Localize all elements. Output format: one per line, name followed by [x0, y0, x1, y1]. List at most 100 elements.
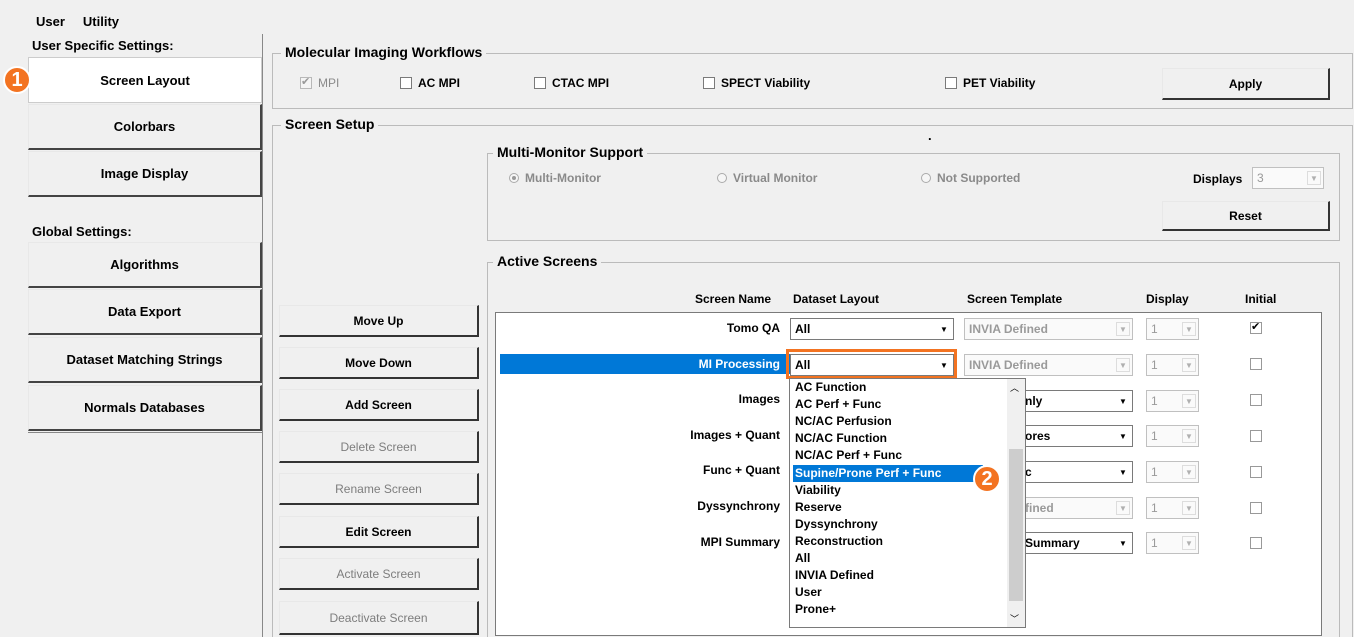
mi-processing-template-select[interactable]: INVIA Defined ▼: [964, 354, 1133, 376]
chevron-up-icon[interactable]: ︿: [1010, 381, 1019, 394]
mpi-label: MPI: [318, 76, 340, 90]
dropdown-item[interactable]: NC/AC Function: [793, 430, 1008, 447]
scrollbar-thumb[interactable]: [1009, 449, 1023, 601]
tomo-qa-layout-value: All: [795, 322, 811, 336]
dropdown-item[interactable]: Prone+: [793, 601, 1008, 618]
menubar: User Utility: [36, 14, 137, 32]
chevron-down-icon: ▼: [1182, 358, 1196, 372]
dataset-matching-strings-button[interactable]: Dataset Matching Strings: [28, 337, 262, 383]
image-display-label: Image Display: [100, 166, 189, 181]
chevron-down-icon: ▼: [1182, 394, 1196, 408]
activate-screen-label: Activate Screen: [336, 566, 421, 581]
deactivate-screen-label: Deactivate Screen: [329, 610, 428, 625]
normals-databases-button[interactable]: Normals Databases: [28, 385, 262, 431]
tomo-qa-template-select[interactable]: INVIA Defined ▼: [964, 318, 1133, 340]
ctac-mpi-label: CTAC MPI: [552, 76, 610, 90]
virtual-monitor-radio[interactable]: Virtual Monitor: [717, 171, 817, 185]
not-supported-radio[interactable]: Not Supported: [921, 171, 1020, 185]
mpi-checkbox[interactable]: MPI: [300, 75, 340, 90]
dropdown-item[interactable]: Reconstruction: [793, 533, 1008, 550]
virtual-monitor-label: Virtual Monitor: [733, 171, 818, 185]
dropdown-item[interactable]: AC Perf + Func: [793, 396, 1008, 413]
dropdown-item[interactable]: User: [793, 584, 1008, 601]
user-specific-settings-label: User Specific Settings:: [32, 38, 174, 53]
multi-monitor-radio[interactable]: Multi-Monitor: [509, 171, 601, 185]
move-up-button[interactable]: Move Up: [279, 305, 479, 337]
algorithms-button[interactable]: Algorithms: [28, 242, 262, 288]
mi-processing-display-select[interactable]: 1 ▼: [1146, 354, 1199, 376]
pet-viability-check-box: [945, 77, 957, 89]
spect-viability-checkbox[interactable]: SPECT Viability: [703, 76, 810, 90]
row-name-tomo-qa[interactable]: Tomo QA: [500, 321, 780, 335]
row-name-images[interactable]: Images: [500, 392, 780, 406]
dropdown-item-selected[interactable]: Supine/Prone Perf + Func: [793, 465, 983, 482]
chevron-down-icon: ▼: [1116, 322, 1130, 336]
image-display-button[interactable]: Image Display: [28, 151, 262, 197]
mpi-summary-display-value: 1: [1151, 536, 1158, 550]
multi-monitor-radio-dot: [509, 173, 519, 183]
tomo-qa-initial-checkbox[interactable]: [1250, 320, 1262, 334]
tomo-qa-display-select[interactable]: 1 ▼: [1146, 318, 1199, 340]
dropdown-item[interactable]: All: [793, 550, 1008, 567]
spect-viability-check-box: [703, 77, 715, 89]
mpi-summary-display-select[interactable]: 1 ▼: [1146, 532, 1199, 554]
dyssynchrony-display-value: 1: [1151, 501, 1158, 515]
pet-viability-checkbox[interactable]: PET Viability: [945, 76, 1035, 90]
data-export-button[interactable]: Data Export: [28, 289, 262, 335]
ctac-mpi-checkbox[interactable]: CTAC MPI: [534, 76, 609, 90]
dropdown-item[interactable]: INVIA Defined: [793, 567, 1008, 584]
dyssynchrony-initial-checkbox[interactable]: [1250, 502, 1262, 514]
apply-button[interactable]: Apply: [1162, 68, 1330, 100]
dropdown-item[interactable]: Reserve: [793, 499, 1008, 516]
delete-screen-button[interactable]: Delete Screen: [279, 431, 479, 463]
callout-2-badge: 2: [973, 465, 1001, 493]
deactivate-screen-button[interactable]: Deactivate Screen: [279, 601, 479, 635]
activate-screen-button[interactable]: Activate Screen: [279, 558, 479, 590]
header-dataset-layout: Dataset Layout: [793, 292, 880, 306]
rename-screen-button[interactable]: Rename Screen: [279, 473, 479, 505]
colorbars-button[interactable]: Colorbars: [28, 104, 262, 150]
mpi-check-box: [300, 75, 312, 89]
stray-dot: .: [928, 128, 932, 143]
dataset-layout-dropdown[interactable]: AC Function AC Perf + Func NC/AC Perfusi…: [789, 378, 1026, 628]
dropdown-item[interactable]: Dyssynchrony: [793, 516, 1008, 533]
dataset-matching-strings-label: Dataset Matching Strings: [66, 352, 223, 367]
tomo-qa-layout-select[interactable]: All ▼: [790, 318, 954, 340]
row-name-mi-processing[interactable]: MI Processing: [500, 357, 780, 371]
menu-utility[interactable]: Utility: [83, 14, 119, 32]
row-name-images-quant[interactable]: Images + Quant: [500, 428, 780, 442]
mi-processing-initial-checkbox[interactable]: [1250, 358, 1262, 370]
row-name-mpi-summary[interactable]: MPI Summary: [500, 535, 780, 549]
menu-user[interactable]: User: [36, 14, 65, 32]
images-quant-initial-checkbox[interactable]: [1250, 430, 1262, 442]
func-quant-initial-checkbox[interactable]: [1250, 466, 1262, 478]
reset-button[interactable]: Reset: [1162, 201, 1330, 231]
dropdown-item[interactable]: NC/AC Perf + Func: [793, 447, 1008, 464]
dropdown-item[interactable]: AC Function: [793, 379, 1008, 396]
displays-select[interactable]: 3 ▼: [1252, 167, 1324, 189]
move-down-button[interactable]: Move Down: [279, 347, 479, 379]
func-quant-display-select[interactable]: 1 ▼: [1146, 461, 1199, 483]
add-screen-button[interactable]: Add Screen: [279, 389, 479, 421]
images-display-select[interactable]: 1 ▼: [1146, 390, 1199, 412]
dropdown-item[interactable]: NC/AC Perfusion: [793, 413, 1008, 430]
edit-screen-button[interactable]: Edit Screen: [279, 516, 479, 548]
images-initial-checkbox[interactable]: [1250, 394, 1262, 406]
header-screen-template: Screen Template: [967, 292, 1063, 306]
move-up-label: Move Up: [353, 313, 404, 328]
dyssynchrony-display-select[interactable]: 1 ▼: [1146, 497, 1199, 519]
chevron-down-icon: ▼: [1182, 322, 1196, 336]
normals-databases-label: Normals Databases: [84, 400, 205, 415]
ac-mpi-checkbox[interactable]: AC MPI: [400, 76, 460, 90]
move-down-label: Move Down: [345, 355, 412, 370]
pet-viability-label: PET Viability: [963, 76, 1036, 90]
chevron-down-icon[interactable]: ﹀: [1010, 612, 1019, 625]
row-name-dyssynchrony[interactable]: Dyssynchrony: [500, 499, 780, 513]
row-name-func-quant[interactable]: Func + Quant: [500, 463, 780, 477]
dropdown-scrollbar[interactable]: ︿ ﹀: [1007, 379, 1025, 627]
mpi-summary-initial-checkbox[interactable]: [1250, 537, 1262, 549]
algorithms-label: Algorithms: [110, 257, 179, 272]
images-quant-display-select[interactable]: 1 ▼: [1146, 425, 1199, 447]
reset-label: Reset: [1229, 208, 1262, 223]
screen-layout-button[interactable]: Screen Layout: [28, 57, 262, 103]
